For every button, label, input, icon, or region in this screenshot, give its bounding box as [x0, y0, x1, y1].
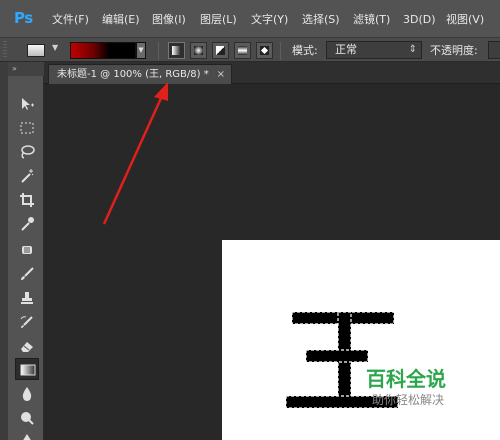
arrowhead-icon: [154, 82, 168, 101]
watermark-subtitle: 助你轻松解决: [372, 393, 445, 407]
watermark-title: 百科全说: [366, 367, 446, 391]
